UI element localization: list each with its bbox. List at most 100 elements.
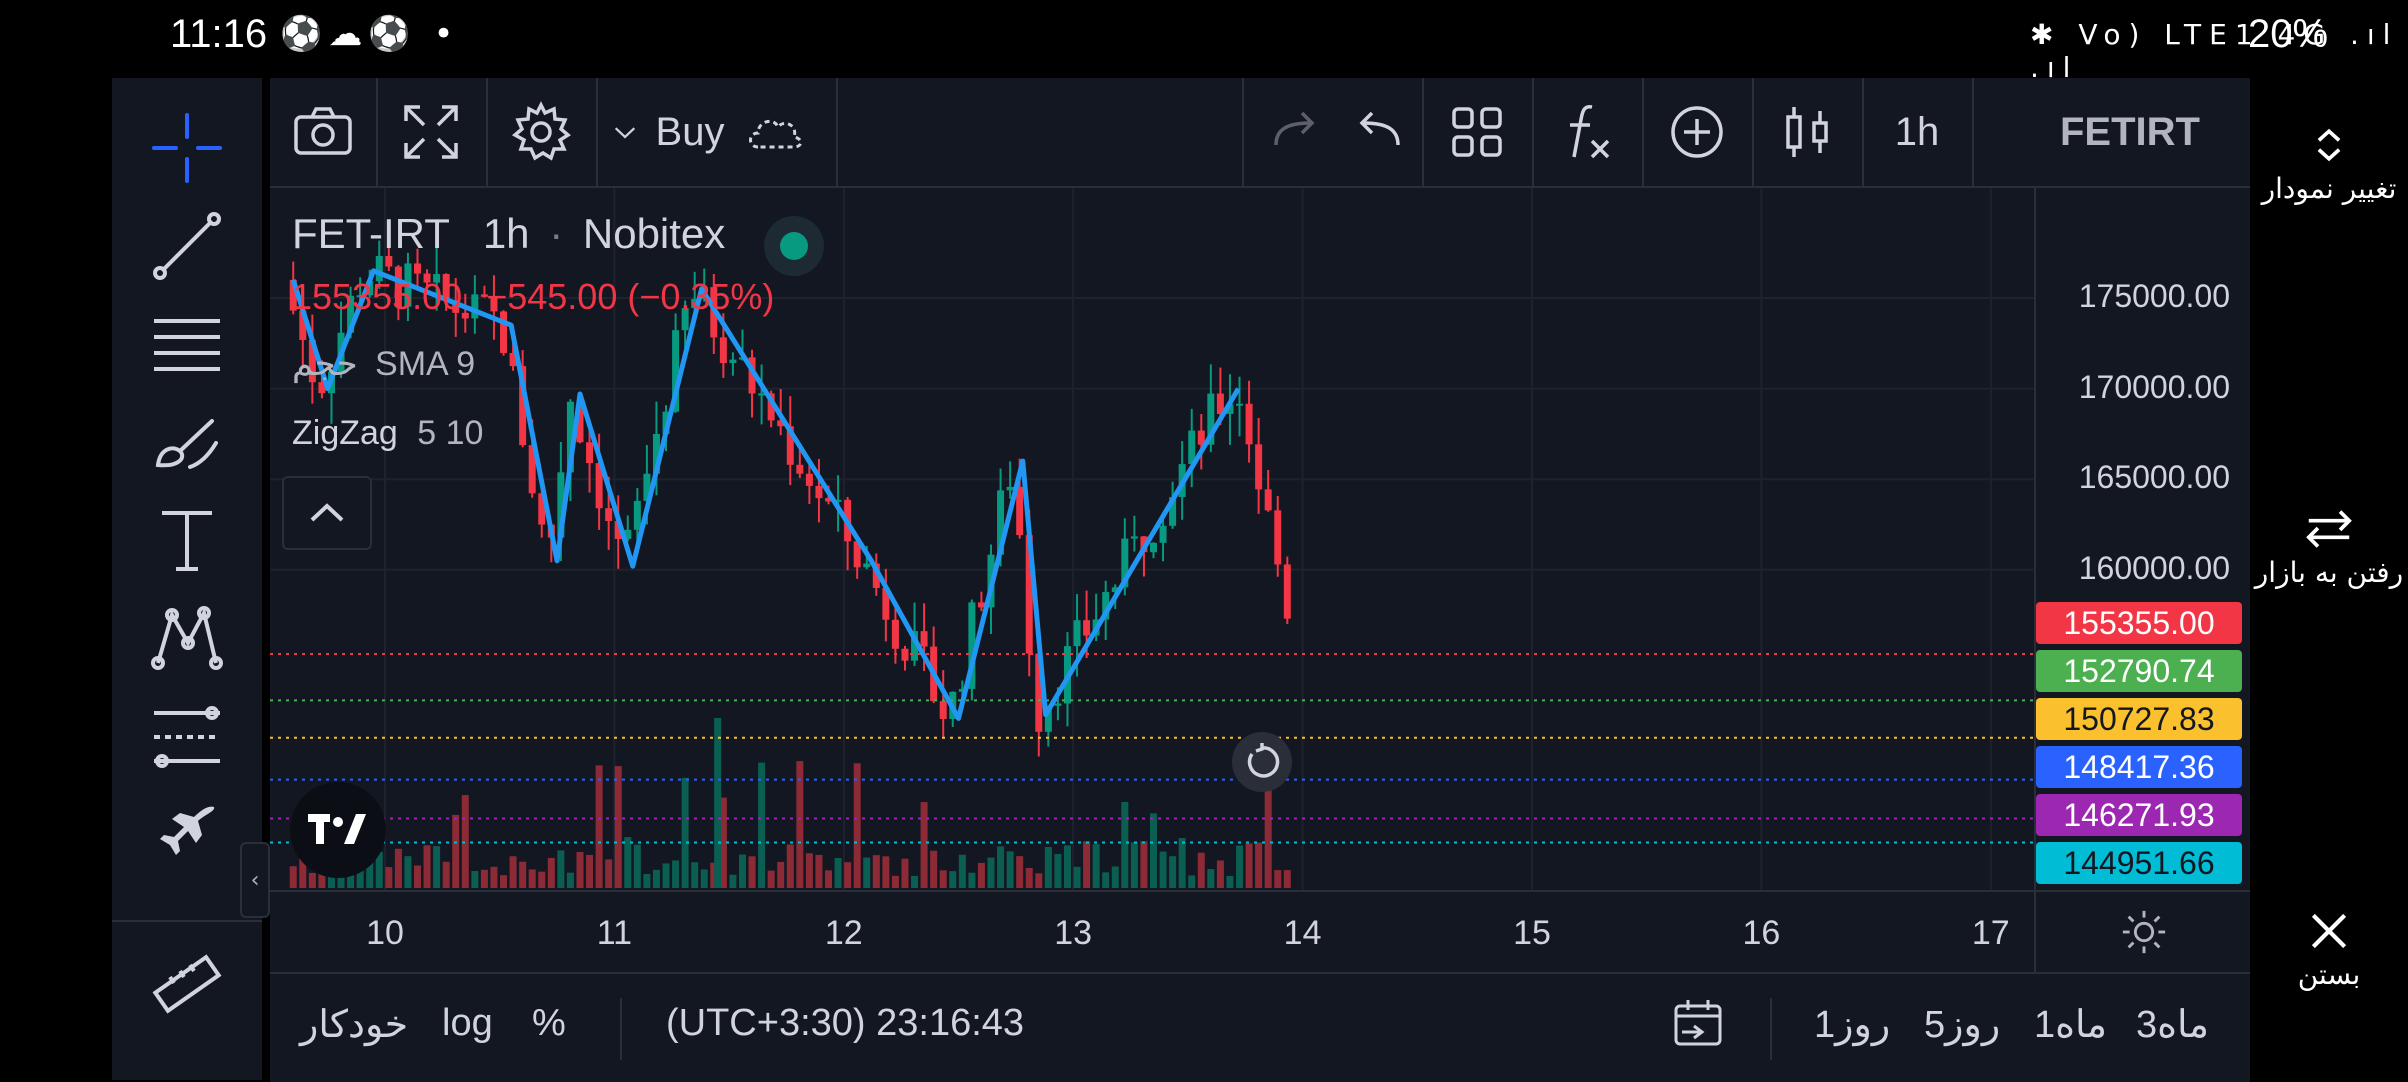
legend-collapse-button[interactable] xyxy=(282,476,372,550)
signal-icons: ✱ Vo) LTE1 4G .ıl .ıl xyxy=(2030,18,2399,84)
time-tick-label: 17 xyxy=(1971,914,2010,952)
candle-body xyxy=(1245,403,1253,445)
close-label: بستن xyxy=(2297,958,2361,991)
price-line-label: 150727.83 xyxy=(2036,698,2242,740)
volume-bar xyxy=(758,762,766,888)
legend-exchange: Nobitex xyxy=(582,210,726,257)
fib-tool[interactable] xyxy=(142,304,232,384)
volume-bar xyxy=(557,850,565,888)
legend-symbol: FET-IRT xyxy=(292,210,450,257)
log-scale-button[interactable]: log xyxy=(442,1002,493,1045)
fullscreen-button[interactable] xyxy=(378,78,484,186)
layout-button[interactable] xyxy=(1424,78,1530,186)
time-axis[interactable]: 10 11 12 13 14 15 16 17 xyxy=(270,890,2034,972)
time-tick-label: 12 xyxy=(824,914,863,952)
volume-bar xyxy=(1054,854,1062,888)
trendline-tool[interactable] xyxy=(142,206,232,286)
candle-body xyxy=(1073,620,1081,647)
volume-bar xyxy=(423,845,431,888)
candle-body xyxy=(1130,536,1138,539)
volume-bar xyxy=(968,872,976,888)
drawing-toolbar xyxy=(112,78,262,1080)
chart-type-button[interactable] xyxy=(1754,78,1860,186)
percent-scale-button[interactable]: % xyxy=(532,1002,566,1045)
market-open-indicator[interactable] xyxy=(764,216,824,276)
candle-body xyxy=(920,631,928,647)
time-tick-label: 16 xyxy=(1742,914,1781,952)
price-line-label: 146271.93 xyxy=(2036,794,2242,836)
change-chart-button[interactable]: تغییر نمودار xyxy=(2250,122,2408,205)
tradingview-logo[interactable] xyxy=(290,782,386,878)
range-1d-button[interactable]: 1روز xyxy=(1814,1002,1890,1047)
indicators-button[interactable] xyxy=(1534,78,1640,186)
volume-bar xyxy=(662,863,670,888)
buy-button[interactable]: Buy xyxy=(650,78,730,186)
compare-button[interactable] xyxy=(1644,78,1750,186)
pattern-tool[interactable] xyxy=(142,598,232,678)
price-axis[interactable]: 175000.00 170000.00 165000.00 160000.00 1553… xyxy=(2034,188,2252,890)
settings-button[interactable] xyxy=(488,78,594,186)
price-tick-label: 170000.00 xyxy=(2078,368,2230,405)
volume-bar xyxy=(958,854,966,888)
legend-zigzag-indicator[interactable]: ZigZag 5 10 xyxy=(292,414,483,453)
time-tick-label: 14 xyxy=(1283,914,1322,952)
volume-bar xyxy=(624,837,632,888)
legend-volume-indicator[interactable]: حجم SMA 9 xyxy=(292,344,475,384)
text-icon xyxy=(162,511,212,571)
volume-bar xyxy=(1006,851,1014,888)
change-chart-label: تغییر نمودار xyxy=(2261,172,2397,205)
candle-body xyxy=(605,508,613,522)
candle-body xyxy=(719,337,727,364)
axis-settings-button[interactable] xyxy=(2034,890,2252,972)
range-1m-button[interactable]: 1ماه xyxy=(2034,1002,2107,1047)
volume-bar xyxy=(681,777,689,888)
volume-bar xyxy=(452,814,460,888)
volume-bar xyxy=(490,866,498,888)
volume-bar xyxy=(1178,838,1186,888)
screenshot-button[interactable] xyxy=(270,78,376,186)
toolbar-collapse-handle[interactable]: ‹ xyxy=(240,842,270,918)
time-tick-label: 10 xyxy=(366,914,404,952)
brush-tool[interactable] xyxy=(142,402,232,482)
candle-body xyxy=(815,485,823,499)
volume-bar xyxy=(1236,845,1244,888)
chevron-up-down-icon xyxy=(2317,128,2341,162)
volume-bar xyxy=(385,867,393,888)
volume-bar xyxy=(1264,787,1272,888)
battery-level: 20% xyxy=(2248,12,2329,56)
undo-button[interactable] xyxy=(1324,78,1430,186)
trade-dropdown-button[interactable] xyxy=(600,78,650,186)
timezone-button[interactable]: (UTC+3:30) 23:16:43 xyxy=(666,1002,1024,1045)
auto-scale-button[interactable]: خودکار xyxy=(300,1002,408,1047)
candle-body xyxy=(891,619,899,649)
volume-bar xyxy=(1197,852,1205,888)
legend-symbol-line[interactable]: FET-IRT 1h · Nobitex xyxy=(292,210,725,258)
volume-bar xyxy=(748,856,756,888)
volume-bar xyxy=(672,860,680,888)
candle-body xyxy=(1054,703,1062,706)
text-tool[interactable] xyxy=(142,500,232,580)
volume-bar xyxy=(1121,801,1129,888)
volume-bar xyxy=(566,872,574,888)
crosshair-tool[interactable] xyxy=(142,108,232,188)
forecast-tool[interactable] xyxy=(142,696,232,776)
range-3m-button[interactable]: 3ماه xyxy=(2136,1002,2209,1047)
interval-button[interactable]: 1h xyxy=(1864,78,1970,186)
symbol-search-button[interactable]: FETIRT xyxy=(2010,78,2250,186)
candle-body xyxy=(413,263,421,274)
candles-icon xyxy=(1786,107,1828,157)
reset-chart-button[interactable] xyxy=(1232,732,1292,792)
separator xyxy=(1972,78,1974,186)
time-tick-label: 13 xyxy=(1054,914,1093,952)
plus-circle-icon xyxy=(1671,106,1723,158)
goto-date-button[interactable] xyxy=(1672,996,1728,1062)
go-to-market-button[interactable]: رفتن به بازار xyxy=(2250,506,2408,589)
more-tools[interactable] xyxy=(142,794,232,874)
close-button[interactable]: بستن xyxy=(2250,908,2408,991)
volume-bar xyxy=(1169,856,1177,888)
measure-tool[interactable] xyxy=(142,944,232,1024)
volume-bar xyxy=(1274,870,1282,888)
candle-body xyxy=(863,563,871,568)
range-5d-button[interactable]: 5روز xyxy=(1924,1002,2000,1047)
volume-bar xyxy=(595,765,603,888)
